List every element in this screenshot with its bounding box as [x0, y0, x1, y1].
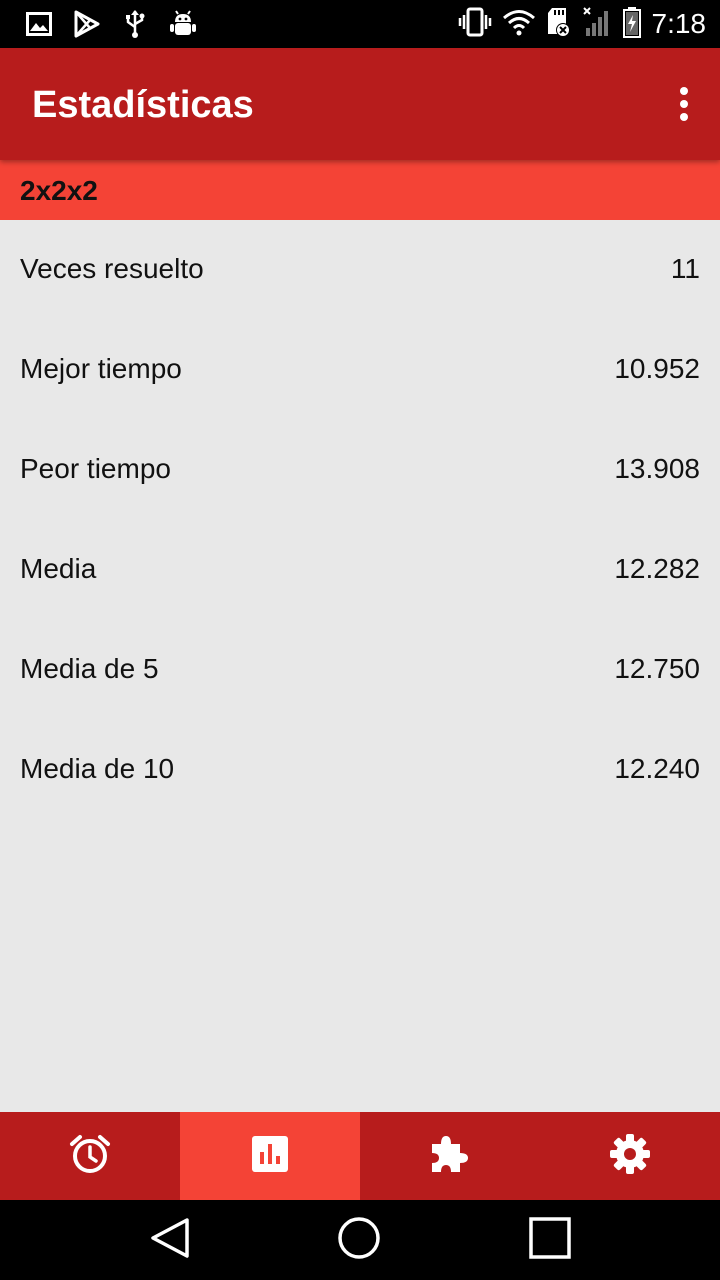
stat-value: 12.282 [614, 553, 700, 584]
sd-card-icon [546, 6, 572, 43]
stat-value: 11 [670, 253, 700, 284]
back-icon [149, 1216, 191, 1265]
play-store-icon [70, 8, 104, 40]
home-button[interactable] [335, 1216, 383, 1264]
stat-label: Veces resuelto [20, 253, 204, 284]
tab-timer[interactable] [0, 1112, 180, 1200]
bottom-tab-bar [0, 1112, 720, 1200]
gear-icon [608, 1132, 652, 1181]
back-button[interactable] [146, 1216, 194, 1264]
usb-icon [118, 8, 152, 40]
bar-chart-icon [250, 1134, 290, 1179]
image-icon [22, 8, 56, 40]
stat-row-best: Mejor tiempo 10.952 [0, 320, 720, 420]
android-debug-icon [166, 8, 200, 40]
stat-label: Mejor tiempo [20, 353, 182, 384]
home-icon [336, 1215, 382, 1266]
status-bar: 7:18 [0, 0, 720, 48]
section-title: 2x2x2 [20, 175, 98, 206]
stat-label: Media [20, 553, 97, 584]
cell-signal-icon [582, 6, 612, 43]
wifi-icon [502, 8, 536, 41]
stats-list: Veces resuelto 11 Mejor tiempo 10.952 Pe… [0, 220, 720, 820]
more-vert-icon [680, 87, 688, 95]
stat-value: 12.750 [614, 653, 700, 684]
stat-value: 10.952 [614, 353, 700, 384]
stat-row-solves: Veces resuelto 11 [0, 220, 720, 320]
stat-value: 12.240 [614, 753, 700, 784]
notification-icons [22, 8, 200, 40]
puzzle-icon [428, 1132, 472, 1181]
app-bar: Estadísticas [0, 48, 720, 160]
battery-icon [622, 6, 642, 43]
stat-label: Peor tiempo [20, 453, 171, 484]
tab-puzzles[interactable] [360, 1112, 540, 1200]
status-time: 7:18 [651, 8, 707, 39]
alarm-clock-icon [68, 1132, 112, 1181]
vibrate-icon [458, 6, 492, 43]
page-title: Estadísticas [32, 84, 254, 126]
stat-label: Media de 10 [20, 753, 175, 784]
stat-label: Media de 5 [20, 653, 159, 684]
tab-statistics[interactable] [180, 1112, 360, 1200]
stat-row-mean-of-10: Media de 10 12.240 [0, 720, 720, 820]
system-icons: 7:18 [458, 6, 707, 43]
puzzle-section-header: 2x2x2 [0, 160, 720, 220]
stat-row-mean-of-5: Media de 5 12.750 [0, 620, 720, 720]
recents-icon [528, 1216, 572, 1265]
more-options-button[interactable] [668, 82, 700, 126]
stat-value: 13.908 [614, 453, 700, 484]
stat-row-mean: Media 12.282 [0, 520, 720, 620]
recents-button[interactable] [526, 1216, 574, 1264]
system-navigation-bar [0, 1200, 720, 1280]
stat-row-worst: Peor tiempo 13.908 [0, 420, 720, 520]
tab-settings[interactable] [540, 1112, 720, 1200]
